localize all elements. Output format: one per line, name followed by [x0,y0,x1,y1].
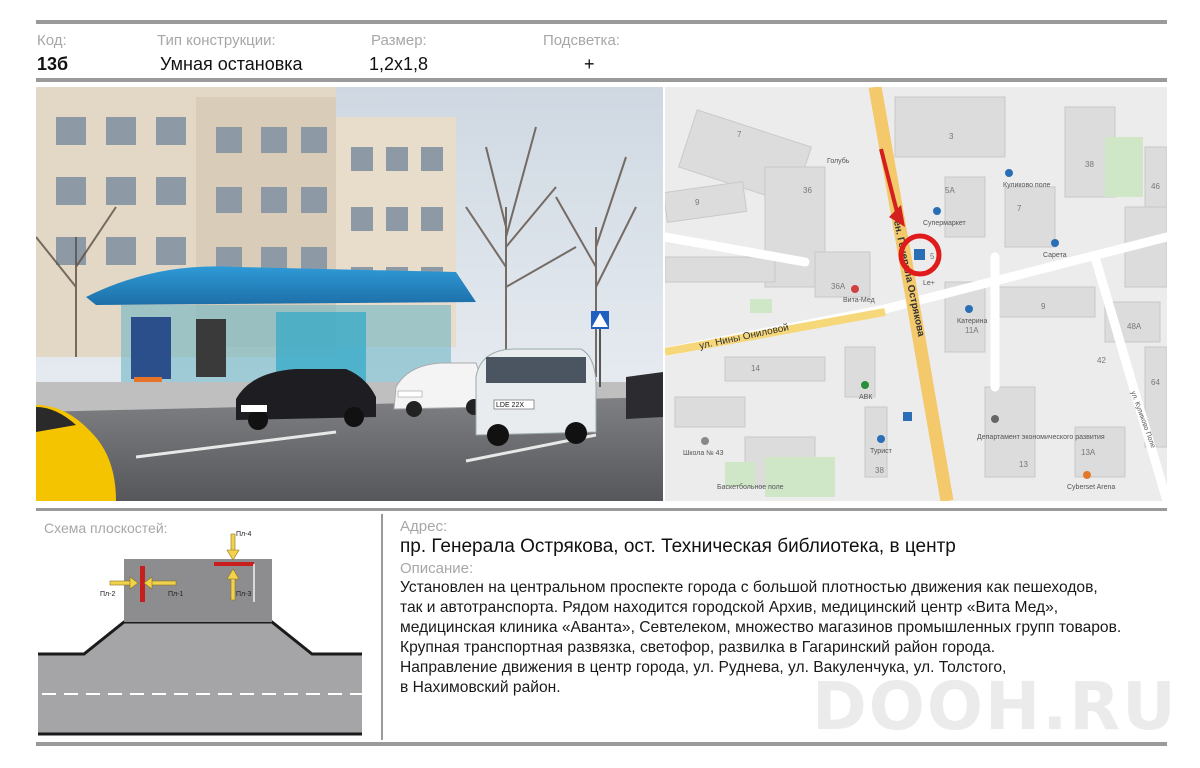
description-label: Описание: [400,560,474,577]
poi-katerina: Катерина [957,318,988,325]
address-label: Адрес: [400,518,448,535]
house-number: 38 [875,466,884,475]
top-separator [36,20,1167,24]
house-number: 36 [803,186,812,195]
street-photo: LDE 22X [36,87,663,501]
house-number: 9 [695,198,700,207]
house-number: 48А [1127,322,1142,331]
house-number: 5 [930,252,935,261]
description-line: медицинская клиника «Аванта», Севтелеком… [400,619,1122,636]
plane-4-label: Пл-4 [236,531,251,538]
location-map: ул. Нины Ониловой ген. Генерала Остряков… [665,87,1167,501]
house-number: 5А [945,186,955,195]
bottom-separator [36,742,1167,746]
house-number: 9 [1041,302,1046,311]
type-label: Тип конструкции: [157,32,276,49]
house-number: 3 [949,132,954,141]
poi-supermarket: Супермаркет [923,220,967,227]
light-label: Подсветка: [543,32,620,49]
plane-2-label: Пл-2 [100,591,115,598]
house-number: 42 [1097,356,1106,365]
poi-sareta: Сарета [1043,252,1067,259]
house-number: 38 [1085,160,1094,169]
poi-turist: Турист [870,448,893,455]
poi-kulikovo-pole: Куликово поле [1003,182,1051,189]
middle-separator [36,508,1167,511]
house-number: 7 [1017,204,1022,213]
poi-basket: Баскетбольное поле [717,483,784,491]
poi-department: Департамент экономического развития [977,434,1105,441]
house-number: 46 [1151,182,1160,191]
house-number: 7 [737,130,742,139]
size-value: 1,2x1,8 [369,54,429,74]
address-value: пр. Генерала Острякова, ост. Техническая… [400,536,956,557]
house-number: 13 [1019,460,1028,469]
code-label: Код: [37,32,67,49]
poi-le-plus: Le+ [923,280,935,287]
house-number: 13А [1081,448,1096,457]
type-value: Умная остановка [160,54,303,74]
poi-school: Школа № 43 [683,450,724,457]
description-line: Крупная транспортная развязка, светофор,… [400,639,996,656]
description-line: Установлен на центральном проспекте горо… [400,579,1098,596]
watermark: DOOH.RU [812,668,1178,745]
house-number: 64 [1151,378,1160,387]
poi-cyberset: Cyberset Arena [1067,484,1115,491]
car-plate: LDE 22X [496,402,524,409]
poi-avk: АВК [859,394,873,401]
house-number: 36А [831,282,846,291]
poi-golub: Голубь [827,157,850,165]
header-separator [36,78,1167,82]
description-line: так и автотранспорта. Рядом находится го… [400,599,1059,616]
plane-1-label: Пл-1 [168,591,183,598]
planes-schema: Схема плоскостей: Пл-1 Пл-2 Пл-3 Пл-4 [36,514,383,740]
poi-vita-med: Вита-Мед [843,297,875,304]
size-label: Размер: [371,32,427,49]
house-number: 14 [751,364,760,373]
plane-3-label: Пл-3 [236,591,251,598]
house-number: 11А [965,326,979,335]
code-value: 13б [37,54,69,74]
light-value: + [584,54,595,74]
